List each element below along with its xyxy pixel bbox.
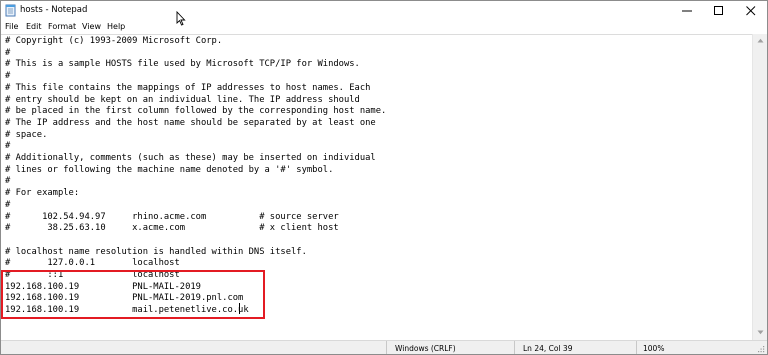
maximize-button[interactable] xyxy=(703,1,735,20)
status-segment-line-endings: Windows (CRLF) xyxy=(386,341,515,354)
text-line: # 38.25.63.10 x.acme.com # x client host xyxy=(5,223,339,234)
line-endings-status: Windows (CRLF) xyxy=(395,344,456,353)
text-line: # lines or following the machine name de… xyxy=(5,164,334,175)
scroll-up-arrow-icon[interactable] xyxy=(757,38,764,43)
text-line: # Copyright (c) 1993-2009 Microsoft Corp… xyxy=(5,36,223,46)
text-line: # xyxy=(5,71,11,82)
text-line: # xyxy=(5,176,11,187)
menu-bar: File Edit Format View Help xyxy=(1,20,767,34)
title-bar[interactable]: hosts - Notepad xyxy=(1,1,767,20)
text-line: # entry should be kept on an individual … xyxy=(5,94,360,105)
menu-edit[interactable]: Edit xyxy=(26,22,42,31)
text-line: # Additionally, comments (such as these)… xyxy=(5,153,376,163)
text-line: # This is a sample HOSTS file used by Mi… xyxy=(5,59,360,70)
menu-help[interactable]: Help xyxy=(107,22,125,31)
maximize-icon xyxy=(714,6,723,15)
close-button[interactable] xyxy=(735,1,767,20)
text-line: # localhost name resolution is handled w… xyxy=(5,246,307,257)
menu-format[interactable]: Format xyxy=(48,22,76,31)
status-segment-position: Ln 24, Col 39 xyxy=(514,341,637,354)
menu-view[interactable]: View xyxy=(82,22,101,31)
text-line: # For example: xyxy=(5,188,80,199)
scroll-down-arrow-icon[interactable] xyxy=(757,330,764,335)
text-line: # The IP address and the host name shoul… xyxy=(5,117,376,128)
zoom-status: 100% xyxy=(643,344,665,353)
text-line: # 102.54.94.97 rhino.acme.com # source s… xyxy=(5,211,339,222)
text-line: # xyxy=(5,199,11,210)
text-line: # 127.0.0.1 localhost xyxy=(5,258,180,269)
minimize-icon xyxy=(682,10,692,12)
text-editor[interactable]: # Copyright (c) 1993-2009 Microsoft Corp… xyxy=(1,34,752,341)
notepad-window: hosts - Notepad File Edit Format View He… xyxy=(0,0,768,355)
text-line: # xyxy=(5,141,11,152)
close-icon xyxy=(746,6,756,16)
notepad-icon xyxy=(5,4,16,17)
text-line: # be placed in the first column followed… xyxy=(5,106,387,117)
text-line: # space. xyxy=(5,129,48,140)
resize-grip-icon[interactable] xyxy=(757,345,765,353)
status-segment-zoom: 100% xyxy=(636,341,767,354)
cursor-position-status: Ln 24, Col 39 xyxy=(523,344,573,353)
window-title: hosts - Notepad xyxy=(20,5,88,15)
minimize-button[interactable] xyxy=(671,1,703,20)
status-bar: Windows (CRLF) Ln 24, Col 39 100% xyxy=(1,340,767,354)
text-line: # xyxy=(5,47,11,58)
text-line: # This file contains the mappings of IP … xyxy=(5,82,371,93)
menu-file[interactable]: File xyxy=(5,22,18,31)
highlight-annotation-box xyxy=(1,270,265,319)
vertical-scrollbar[interactable] xyxy=(752,34,767,340)
mouse-cursor-icon xyxy=(176,11,186,26)
